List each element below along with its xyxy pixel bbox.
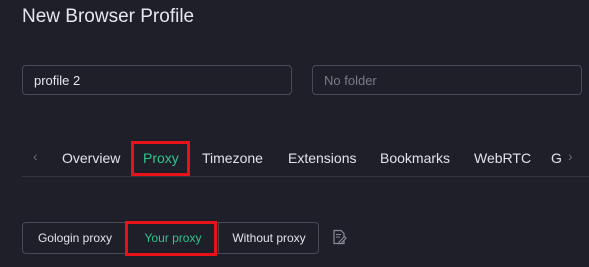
without-proxy-button[interactable]: Without proxy: [218, 223, 318, 253]
page-title: New Browser Profile: [22, 6, 195, 27]
tab-webrtc[interactable]: WebRTC: [474, 150, 531, 166]
chevron-left-icon[interactable]: ‹: [33, 148, 38, 164]
edit-document-icon[interactable]: [330, 228, 348, 246]
your-proxy-highlight: [125, 221, 217, 256]
profile-name-input[interactable]: [22, 65, 292, 95]
tab-overview[interactable]: Overview: [62, 150, 120, 166]
tab-g[interactable]: G: [551, 150, 562, 166]
tab-timezone[interactable]: Timezone: [202, 150, 263, 166]
chevron-right-icon[interactable]: ›: [568, 148, 573, 164]
proxy-tab-highlight: [131, 141, 190, 176]
gologin-proxy-button[interactable]: Gologin proxy: [23, 223, 128, 253]
tab-extensions[interactable]: Extensions: [288, 150, 356, 166]
folder-select[interactable]: [312, 65, 582, 95]
tab-bookmarks[interactable]: Bookmarks: [380, 150, 450, 166]
tab-bar: ‹ Overview Proxy Timezone Extensions Boo…: [22, 140, 589, 177]
